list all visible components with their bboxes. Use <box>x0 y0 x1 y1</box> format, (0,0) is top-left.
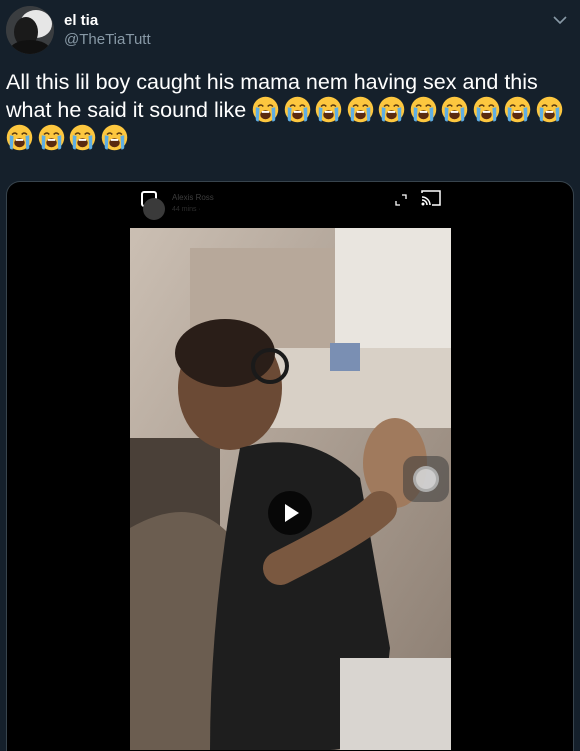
display-name[interactable]: el tia <box>64 12 98 29</box>
loudly-crying-face-icon <box>378 96 405 123</box>
loudly-crying-face-icon <box>504 96 531 123</box>
cast-icon <box>420 189 442 212</box>
avatar[interactable] <box>6 6 54 54</box>
inner-avatar <box>143 198 165 220</box>
tweet-text: All this lil boy caught his mama nem hav… <box>6 68 574 152</box>
chevron-down-icon[interactable] <box>550 10 570 30</box>
loudly-crying-face-icon <box>473 96 499 123</box>
inner-timestamp: 44 mins · <box>172 206 201 213</box>
embedded-video-header: Alexis Ross 44 mins · <box>138 189 458 220</box>
inner-author: Alexis Ross <box>172 193 214 202</box>
loudly-crying-face-icon <box>101 124 127 151</box>
loudly-crying-face-icon <box>284 96 310 123</box>
expand-icon <box>395 193 407 211</box>
assistive-touch-button <box>403 456 449 502</box>
loudly-crying-face-icon <box>252 96 279 123</box>
loudly-crying-face-icon <box>6 124 33 151</box>
loudly-crying-face-icon <box>536 96 562 123</box>
play-button[interactable] <box>268 491 312 535</box>
loudly-crying-face-icon <box>410 96 436 123</box>
loudly-crying-face-icon <box>69 124 96 151</box>
loudly-crying-face-icon <box>441 96 468 123</box>
loudly-crying-face-icon <box>38 124 64 151</box>
loudly-crying-face-icon <box>347 96 373 123</box>
loudly-crying-face-icon <box>315 96 342 123</box>
avatar-photo <box>6 6 54 54</box>
user-handle[interactable]: @TheTiaTutt <box>64 31 151 48</box>
